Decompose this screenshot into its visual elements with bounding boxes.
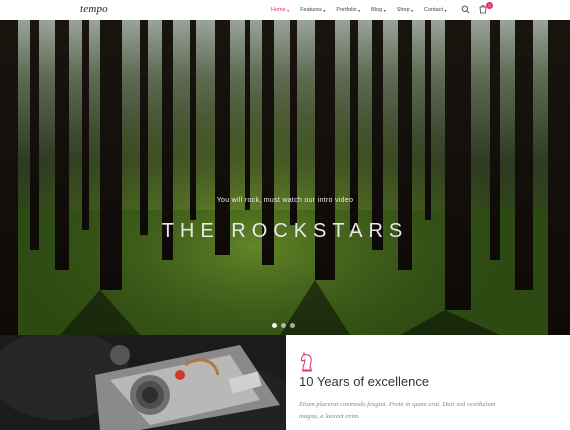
hero-slider: You will rock, must watch our intro vide…	[0, 20, 570, 335]
nav-item-label: Contact	[424, 7, 443, 13]
search-icon[interactable]	[461, 5, 470, 14]
nav-item-blog[interactable]: Blog ▾	[371, 7, 386, 13]
camera-photo	[0, 335, 286, 430]
nav-item-label: Shop	[396, 7, 410, 13]
nav-item-shop[interactable]: Shop ▾	[397, 7, 413, 13]
nav-item-label: Blog	[371, 7, 383, 13]
nav-item-label: Portfolio	[336, 7, 357, 13]
nav-item-label: Features	[300, 7, 322, 13]
chevron-down-icon: ▾	[383, 7, 386, 13]
nav-item-features[interactable]: Features ▾	[300, 7, 325, 13]
chevron-down-icon: ▾	[287, 7, 290, 13]
camera-image	[0, 335, 286, 430]
slider-pagination	[272, 323, 299, 328]
cart-count-badge: 0	[486, 2, 493, 9]
chevron-down-icon: ▾	[358, 7, 361, 13]
nav-item-portfolio[interactable]: Portfolio ▾	[336, 7, 360, 13]
feature-text: Etiam placerat commodo feugiat. Proin in…	[299, 401, 496, 420]
slider-dot[interactable]	[272, 323, 277, 328]
hero-title: THE ROCKSTARS	[161, 220, 409, 242]
main-nav: Home ▾ Features ▾ Portfolio ▾ Blog ▾ Shop ▾ C…	[271, 0, 458, 20]
slider-dot[interactable]	[281, 323, 286, 328]
forest-background-image	[0, 20, 570, 335]
feature-title: 10 Years of excellence	[299, 374, 430, 389]
chess-knight-icon	[300, 352, 312, 372]
hero-subtitle: You will rock, must watch our intro vide…	[216, 197, 354, 204]
nav-item-label: Home	[271, 7, 286, 13]
slider-dot[interactable]	[290, 323, 295, 328]
site-header: tempo Home ▾ Features ▾ Portfolio ▾ Blog ▾ S…	[0, 0, 570, 20]
nav-item-home[interactable]: Home ▾	[271, 7, 289, 13]
site-logo[interactable]: tempo	[80, 3, 108, 15]
nav-item-contact[interactable]: Contact ▾	[424, 7, 446, 13]
chevron-down-icon: ▾	[444, 7, 447, 13]
chevron-down-icon: ▾	[411, 7, 414, 13]
chevron-down-icon: ▾	[323, 7, 326, 13]
